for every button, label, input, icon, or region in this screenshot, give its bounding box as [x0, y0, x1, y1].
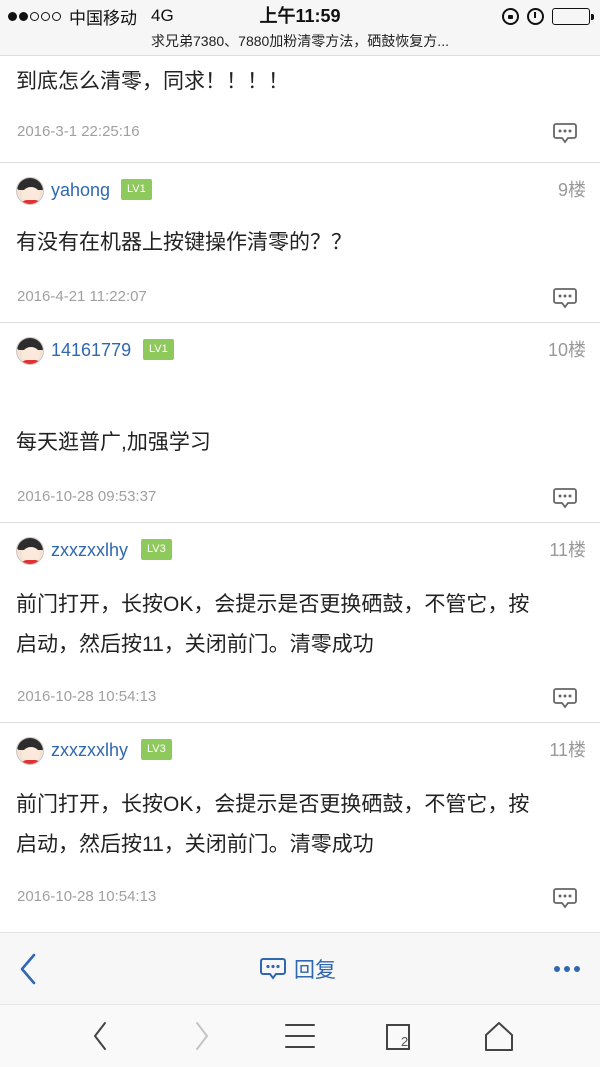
home-icon[interactable] [482, 1019, 516, 1053]
reply-post: 14161779 LV1 10楼 每天逛普广,加强学习 2016-10-28 0… [0, 323, 600, 523]
floor-number: 11楼 [549, 740, 586, 760]
thread-action-bar: 回复 [0, 932, 600, 1004]
battery-icon [552, 7, 594, 25]
username[interactable]: yahong [51, 179, 110, 201]
avatar[interactable] [16, 337, 44, 365]
username[interactable]: zxxzxxlhy [51, 539, 128, 561]
post-time: 2016-10-28 09:53:37 [17, 488, 157, 505]
post-content: 有没有在机器上按键操作清零的？？ [16, 231, 352, 254]
avatar[interactable] [16, 537, 44, 565]
avatar[interactable] [16, 177, 44, 205]
alarm-icon [527, 7, 544, 25]
comment-icon[interactable] [553, 287, 577, 309]
comment-icon[interactable] [553, 687, 577, 709]
post-content-line: 启动，然后按11，关闭前门。清零成功 [16, 833, 374, 856]
reply-post: zxxzxxlhy LV3 11楼 前门打开，长按OK，会提示是否更换硒鼓，不管… [0, 523, 600, 723]
orientation-lock-icon [502, 7, 519, 25]
menu-icon[interactable] [283, 1019, 317, 1053]
reply-label: 回复 [294, 959, 336, 982]
reply-post: 到底怎么清零，同求！！！！ 2016-3-1 22:25:16 [0, 56, 600, 163]
status-bar: 中国移动 4G 上午11:59 求兄弟7380、7880加粉清零方法，硒鼓恢复方… [0, 0, 600, 56]
post-content-line: 启动，然后按11，关闭前门。清零成功 [16, 633, 374, 656]
post-time: 2016-10-28 10:54:13 [17, 688, 157, 705]
comment-icon [260, 958, 286, 980]
level-badge: LV1 [143, 339, 174, 360]
browser-toolbar: 2 [0, 1004, 600, 1067]
tabs-icon[interactable]: 2 [383, 1019, 417, 1053]
post-content: 每天逛普广,加强学习 [16, 431, 211, 454]
comment-icon[interactable] [553, 887, 577, 909]
post-time: 2016-10-28 10:54:13 [17, 888, 157, 905]
level-badge: LV3 [141, 539, 172, 560]
post-time: 2016-4-21 11:22:07 [17, 288, 147, 305]
avatar[interactable] [16, 737, 44, 765]
post-content-line: 前门打开，长按OK，会提示是否更换硒鼓，不管它，按 [16, 793, 530, 816]
page-title[interactable]: 求兄弟7380、7880加粉清零方法，硒鼓恢复方... [0, 31, 600, 51]
comment-icon[interactable] [553, 487, 577, 509]
floor-number: 9楼 [557, 180, 586, 200]
post-content: 到底怎么清零，同求！！！！ [16, 70, 289, 93]
reply-post: zxxzxxlhy LV3 11楼 前门打开，长按OK，会提示是否更换硒鼓，不管… [0, 723, 600, 923]
back-chevron-icon[interactable] [14, 951, 44, 987]
browser-forward-icon[interactable] [184, 1019, 218, 1053]
reply-post: yahong LV1 9楼 有没有在机器上按键操作清零的？？ 2016-4-21… [0, 163, 600, 323]
reply-button[interactable]: 回复 [260, 951, 336, 987]
browser-back-icon[interactable] [84, 1019, 118, 1053]
reply-list: 到底怎么清零，同求！！！！ 2016-3-1 22:25:16 yahong L… [0, 56, 600, 923]
level-badge: LV1 [121, 179, 152, 200]
username[interactable]: zxxzxxlhy [51, 739, 128, 761]
floor-number: 10楼 [547, 340, 586, 360]
more-dots-icon[interactable] [554, 963, 580, 975]
level-badge: LV3 [141, 739, 172, 760]
floor-number: 11楼 [549, 540, 586, 560]
post-content-line: 前门打开，长按OK，会提示是否更换硒鼓，不管它，按 [16, 593, 530, 616]
post-time: 2016-3-1 22:25:16 [17, 123, 140, 140]
username[interactable]: 14161779 [51, 339, 131, 361]
tabs-count: 2 [401, 1034, 409, 1049]
comment-icon[interactable] [553, 122, 577, 144]
